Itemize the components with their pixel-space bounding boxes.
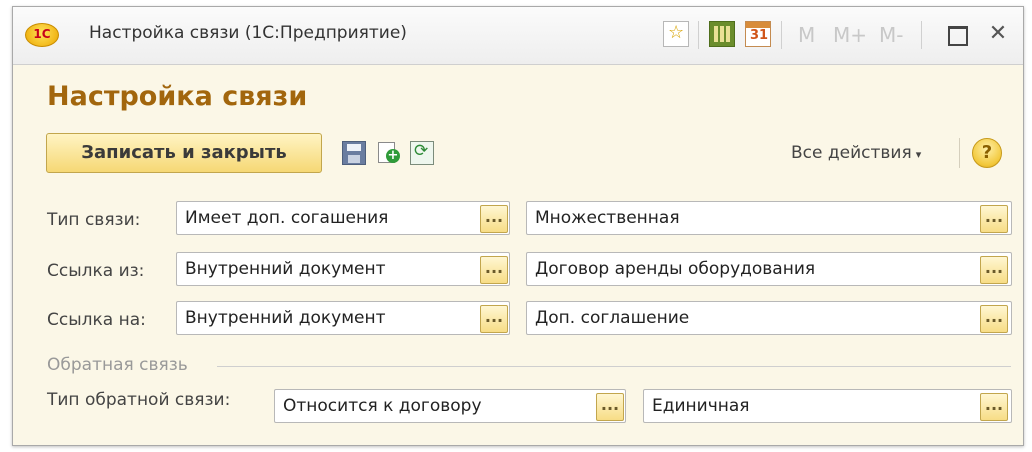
help-icon[interactable]: ? [972, 138, 1002, 168]
link-to-doc-kind-choice-button[interactable]: ... [980, 305, 1008, 333]
toolbar-separator [921, 21, 922, 49]
save-and-close-button[interactable]: Записать и закрыть [46, 133, 322, 173]
actions-separator [959, 138, 960, 168]
feedback-group-title: Обратная связь [47, 355, 188, 375]
feedback-type-field[interactable]: Относится к договору [274, 389, 626, 423]
all-actions-menu[interactable]: Все действия ▾ [791, 143, 921, 163]
link-from-label: Ссылка из: [47, 261, 145, 281]
memory-minus-button[interactable]: M- [879, 23, 903, 47]
link-type-label: Тип связи: [47, 210, 141, 230]
refresh-icon[interactable] [410, 141, 434, 165]
link-from-doc-kind-choice-button[interactable]: ... [980, 256, 1008, 284]
maximize-icon[interactable] [943, 21, 969, 47]
toolbar-separator [698, 21, 699, 49]
calendar-icon[interactable]: 31 [745, 21, 771, 47]
link-type-choice-button[interactable]: ... [480, 205, 508, 233]
link-multiplicity-choice-button[interactable]: ... [980, 205, 1008, 233]
link-to-doc-type-field[interactable]: Внутренний документ [176, 301, 510, 335]
link-to-label: Ссылка на: [47, 310, 146, 330]
feedback-multiplicity-field[interactable]: Единичная [643, 389, 1012, 423]
close-icon[interactable]: ✕ [985, 21, 1011, 47]
feedback-multiplicity-choice-button[interactable]: ... [980, 393, 1008, 421]
calculator-icon[interactable] [709, 21, 735, 47]
1c-logo-icon[interactable]: 1С [25, 23, 59, 47]
link-to-doc-kind-field[interactable]: Доп. соглашение [526, 301, 1012, 335]
feedback-group-divider [217, 366, 1011, 367]
feedback-type-label: Тип обратной связи: [47, 390, 231, 410]
link-multiplicity-field[interactable]: Множественная [526, 201, 1012, 235]
form-title: Настройка связи [47, 81, 308, 112]
favorite-star-icon[interactable] [663, 21, 689, 47]
link-type-field[interactable]: Имеет доп. согашения [176, 201, 510, 235]
calendar-day: 31 [750, 28, 769, 43]
save-floppy-icon[interactable] [342, 141, 366, 165]
feedback-type-choice-button[interactable]: ... [596, 393, 624, 421]
copy-add-icon[interactable] [376, 141, 400, 165]
app-window: 1С Настройка связи (1С:Предприятие) 31 M… [12, 6, 1024, 446]
link-from-doc-type-field[interactable]: Внутренний документ [176, 252, 510, 286]
logo-text: 1С [33, 27, 51, 41]
window-title: Настройка связи (1С:Предприятие) [89, 23, 407, 43]
chevron-down-icon: ▾ [915, 148, 922, 161]
memory-m-button[interactable]: M [798, 23, 815, 47]
title-bar: 1С Настройка связи (1С:Предприятие) 31 M… [13, 7, 1023, 65]
toolbar-separator [781, 21, 782, 49]
link-from-doc-kind-field[interactable]: Договор аренды оборудования [526, 252, 1012, 286]
link-from-doc-type-choice-button[interactable]: ... [480, 256, 508, 284]
link-to-doc-type-choice-button[interactable]: ... [480, 305, 508, 333]
all-actions-label: Все действия [791, 143, 912, 163]
memory-plus-button[interactable]: M+ [833, 23, 867, 47]
